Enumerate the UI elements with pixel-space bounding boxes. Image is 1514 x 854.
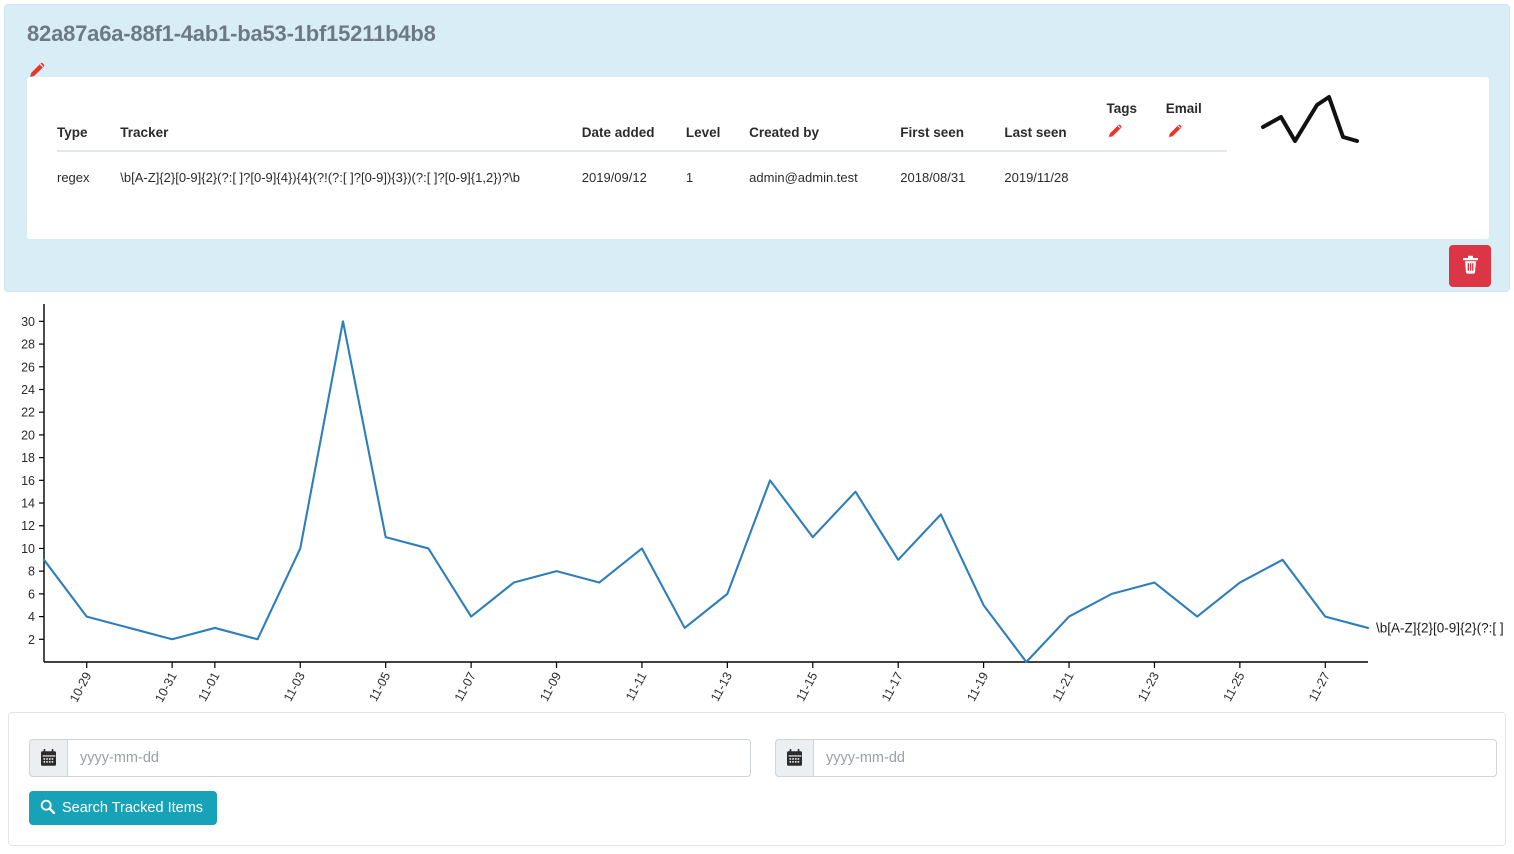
cell-date-added: 2019/09/12	[582, 151, 686, 188]
svg-text:11-01: 11-01	[196, 670, 223, 704]
svg-text:10-29: 10-29	[67, 670, 94, 705]
cell-level: 1	[686, 151, 749, 188]
svg-text:11-11: 11-11	[623, 670, 650, 703]
svg-text:11-03: 11-03	[281, 670, 308, 704]
cell-type: regex	[57, 151, 120, 188]
trash-icon	[1462, 255, 1479, 277]
svg-text:6: 6	[28, 587, 35, 601]
svg-text:22: 22	[21, 406, 35, 420]
column-header-last-seen[interactable]: Last seen	[1004, 77, 1106, 151]
svg-text:11-07: 11-07	[452, 670, 479, 704]
tracker-activity-chart: 2468101214161820222426283010-2910-3111-0…	[0, 296, 1514, 710]
cell-first-seen: 2018/08/31	[900, 151, 1004, 188]
column-header-tags-label: Tags	[1106, 102, 1165, 116]
svg-text:11-19: 11-19	[964, 670, 991, 704]
search-panel: Search Tracked Items	[8, 712, 1506, 846]
svg-text:24: 24	[21, 383, 35, 397]
svg-text:18: 18	[21, 451, 35, 465]
search-icon	[40, 799, 55, 818]
column-header-email: Email	[1166, 77, 1227, 151]
date-from-group	[29, 739, 751, 777]
table-header: Type Tracker Date added Level Created by…	[57, 77, 1227, 151]
svg-text:8: 8	[28, 565, 35, 579]
svg-text:10-31: 10-31	[152, 670, 179, 705]
svg-text:20: 20	[21, 428, 35, 442]
svg-text:11-15: 11-15	[793, 670, 820, 704]
svg-text:28: 28	[21, 338, 35, 352]
svg-text:11-13: 11-13	[708, 670, 735, 704]
edit-email-pencil-icon[interactable]	[1166, 122, 1227, 140]
cell-tracker: \b[A-Z]{2}[0-9]{2}(?:[ ]?[0-9]{4}){4}(?!…	[120, 151, 581, 188]
svg-text:30: 30	[21, 315, 35, 329]
svg-text:14: 14	[21, 497, 35, 511]
table-row[interactable]: regex \b[A-Z]{2}[0-9]{2}(?:[ ]?[0-9]{4})…	[57, 151, 1227, 188]
svg-text:12: 12	[21, 519, 35, 533]
svg-text:11-17: 11-17	[879, 670, 906, 704]
cell-created-by: admin@admin.test	[749, 151, 900, 188]
svg-text:10: 10	[21, 542, 35, 556]
date-to-input[interactable]	[813, 739, 1497, 777]
delete-tracker-button[interactable]	[1449, 245, 1491, 287]
svg-text:\b[A-Z]{2}[0-9]{2}(?:[ ]: \b[A-Z]{2}[0-9]{2}(?:[ ]	[1376, 620, 1504, 635]
svg-text:11-21: 11-21	[1050, 670, 1077, 704]
column-header-created-by[interactable]: Created by	[749, 77, 900, 151]
calendar-icon[interactable]	[775, 739, 813, 777]
cell-email	[1166, 151, 1227, 188]
column-header-first-seen[interactable]: First seen	[900, 77, 1004, 151]
svg-text:4: 4	[28, 610, 35, 624]
chart-svg: 2468101214161820222426283010-2910-3111-0…	[0, 296, 1514, 710]
sparkline-icon	[1245, 83, 1365, 149]
svg-text:11-25: 11-25	[1221, 670, 1248, 704]
column-header-email-label: Email	[1166, 102, 1227, 116]
edit-tags-pencil-icon[interactable]	[1106, 122, 1165, 140]
svg-text:11-27: 11-27	[1306, 670, 1333, 704]
table-body: regex \b[A-Z]{2}[0-9]{2}(?:[ ]?[0-9]{4})…	[57, 151, 1227, 188]
table-header-row: Type Tracker Date added Level Created by…	[57, 77, 1227, 151]
column-header-tracker[interactable]: Tracker	[120, 77, 581, 151]
cell-tags	[1106, 151, 1165, 188]
tracker-table: Type Tracker Date added Level Created by…	[57, 77, 1227, 188]
tracker-detail-panel: 82a87a6a-88f1-4ab1-ba53-1bf15211b4b8 Typ…	[4, 4, 1510, 292]
svg-text:11-09: 11-09	[537, 670, 564, 704]
column-header-level[interactable]: Level	[686, 77, 749, 151]
column-header-type[interactable]: Type	[57, 77, 120, 151]
page-title: 82a87a6a-88f1-4ab1-ba53-1bf15211b4b8	[27, 21, 436, 47]
calendar-icon[interactable]	[29, 739, 67, 777]
date-to-group	[775, 739, 1497, 777]
svg-text:26: 26	[21, 360, 35, 374]
column-header-tags: Tags	[1106, 77, 1165, 151]
cell-last-seen: 2019/11/28	[1004, 151, 1106, 188]
svg-text:2: 2	[28, 633, 35, 647]
tracker-table-card: Type Tracker Date added Level Created by…	[27, 77, 1489, 239]
search-button-label: Search Tracked Items	[62, 800, 203, 816]
svg-text:11-23: 11-23	[1135, 670, 1162, 704]
column-header-date-added[interactable]: Date added	[582, 77, 686, 151]
date-from-input[interactable]	[67, 739, 751, 777]
svg-text:11-05: 11-05	[366, 670, 393, 704]
svg-text:16: 16	[21, 474, 35, 488]
search-tracked-items-button[interactable]: Search Tracked Items	[29, 791, 217, 825]
